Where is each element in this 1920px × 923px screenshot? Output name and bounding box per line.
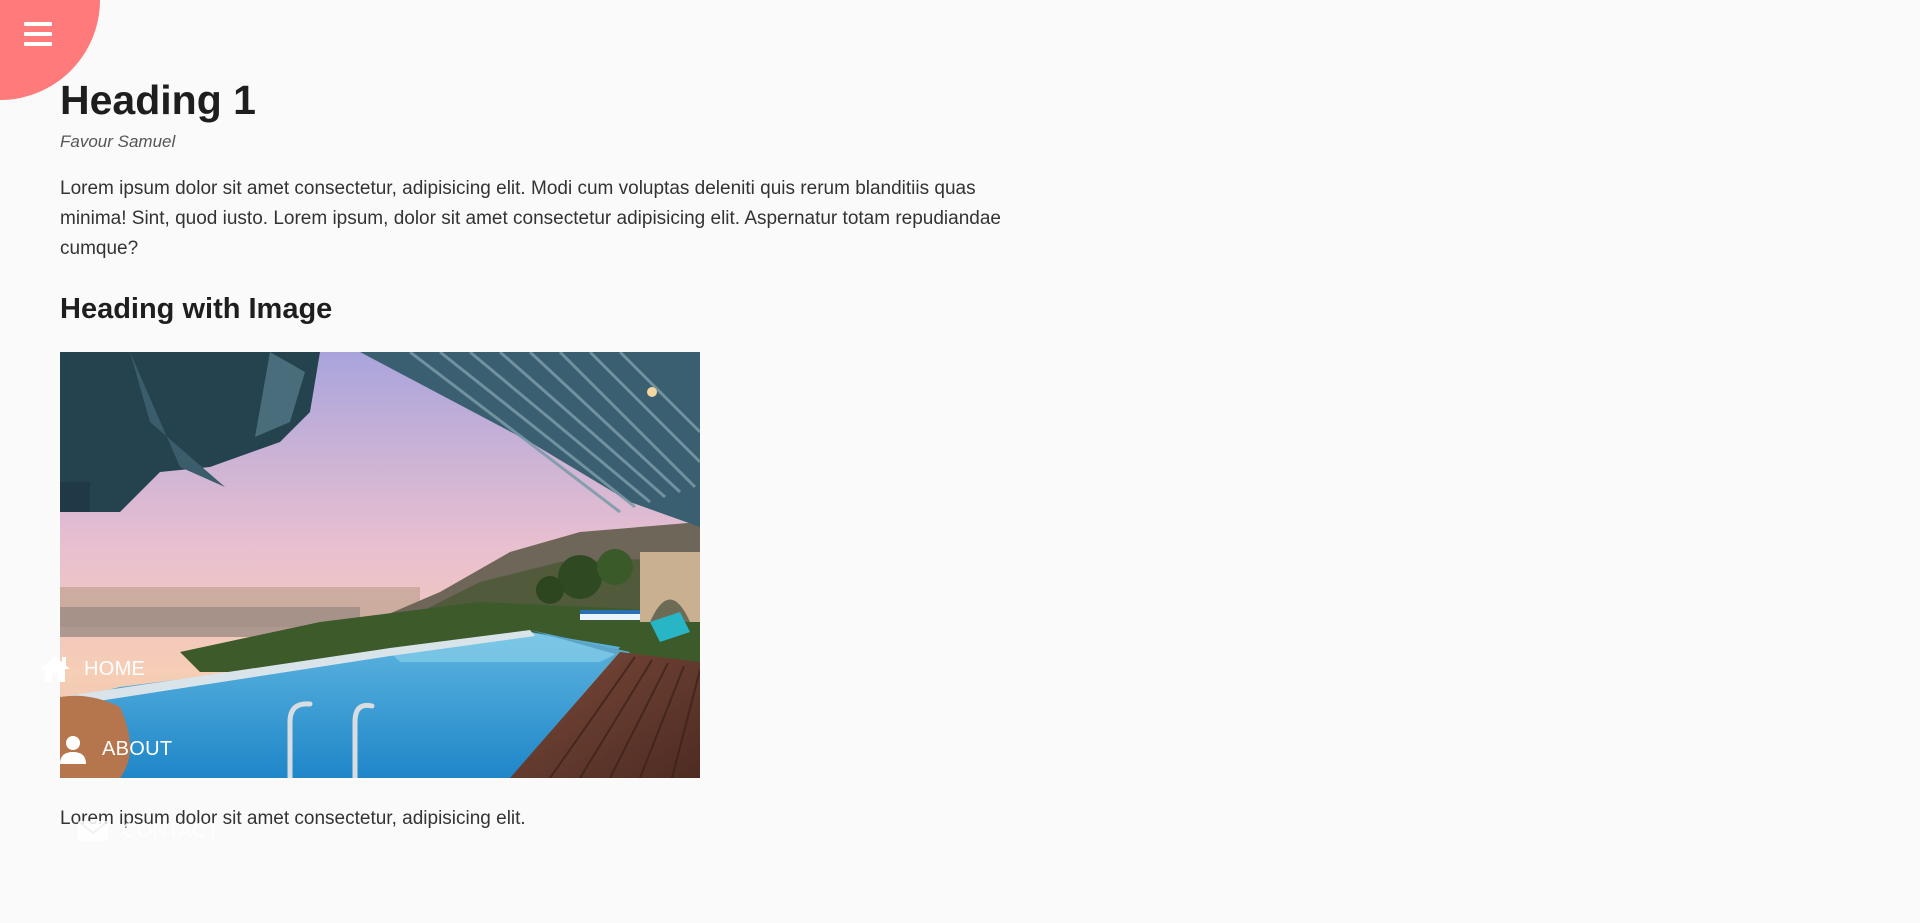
nav-item-contact-label: CONTACT: [122, 819, 220, 842]
nav-item-home[interactable]: HOME: [38, 652, 145, 686]
nav-item-contact[interactable]: CONTACT: [76, 814, 219, 848]
nav-item-about[interactable]: ABOUT: [56, 732, 172, 766]
nav-item-about-label: ABOUT: [102, 737, 173, 760]
pool-image: [60, 352, 700, 778]
article: Heading 1 Favour Samuel Lorem ipsum dolo…: [60, 72, 1040, 834]
page-title: Heading 1: [60, 77, 256, 123]
user-icon: [56, 732, 90, 766]
hamburger-icon: [24, 22, 52, 46]
intro-paragraph: Lorem ipsum dolor sit amet consectetur, …: [60, 178, 1001, 259]
author-name: Favour Samuel: [60, 132, 176, 151]
envelope-icon: [76, 814, 110, 848]
nav-item-home-label: HOME: [84, 657, 146, 680]
home-icon: [38, 652, 72, 686]
section-heading: Heading with Image: [60, 293, 333, 325]
page: Heading 1 Favour Samuel Lorem ipsum dolo…: [0, 0, 1920, 923]
